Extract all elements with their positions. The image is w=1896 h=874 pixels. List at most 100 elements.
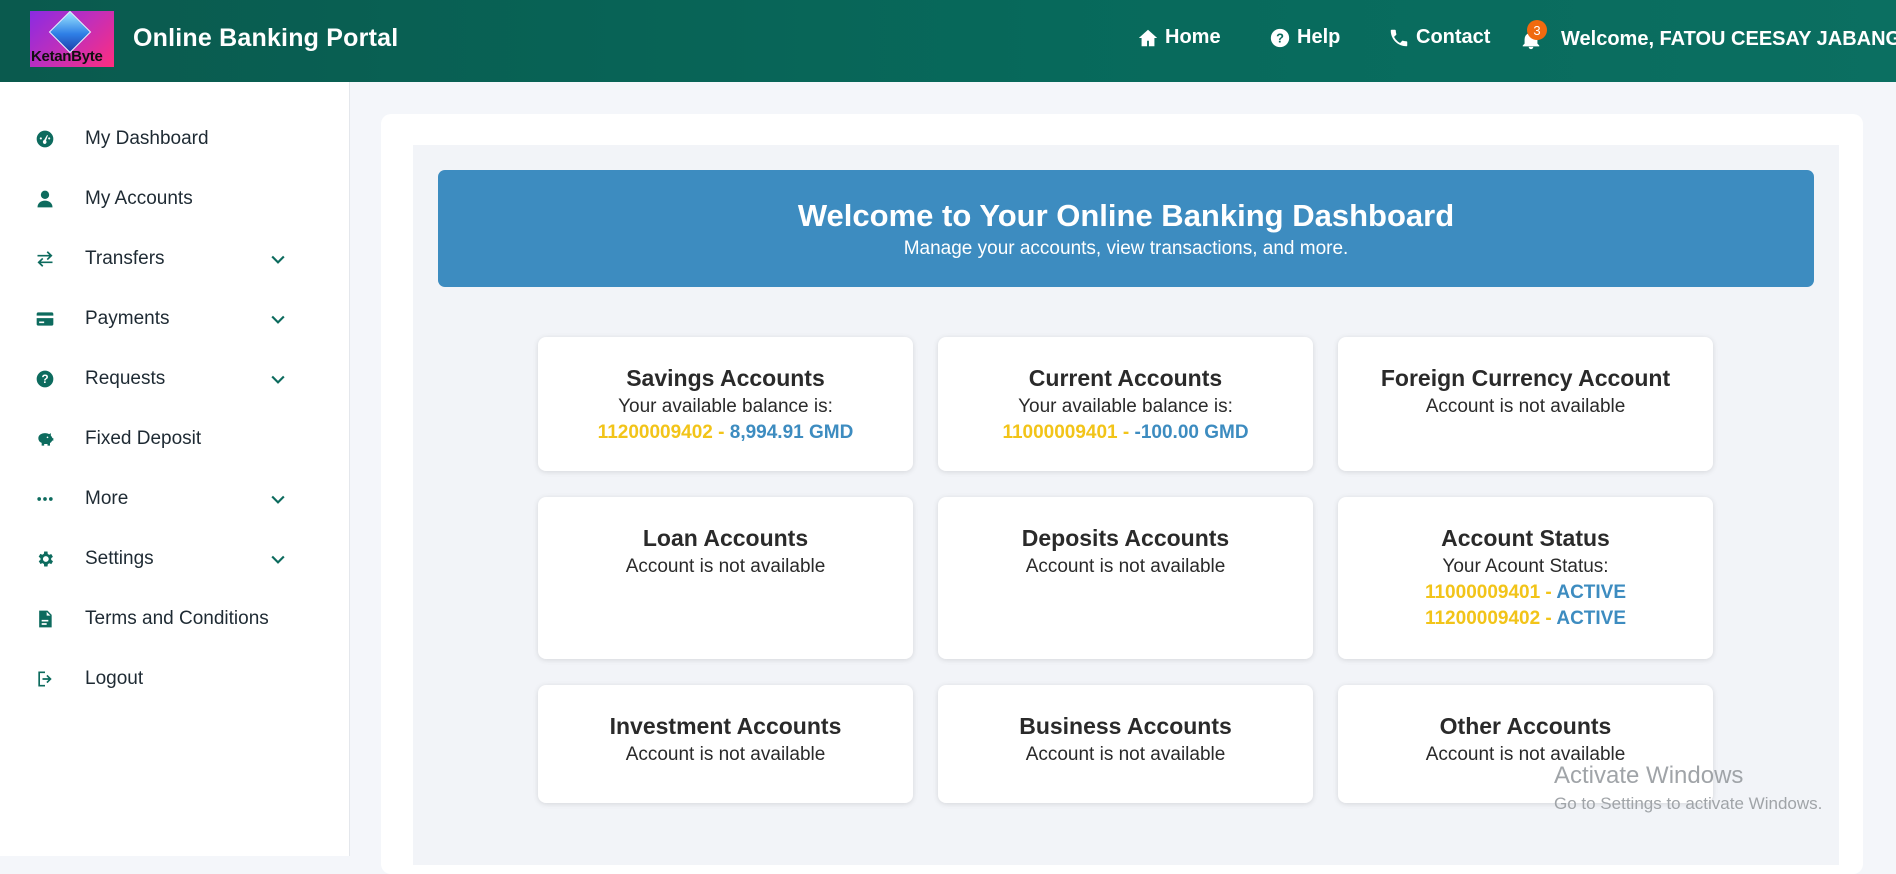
ellipsis-icon	[34, 488, 56, 510]
chevron-down-icon[interactable]	[268, 549, 288, 569]
account-balance: -100.00 GMD	[1134, 422, 1249, 443]
banner-title: Welcome to Your Online Banking Dashboard	[797, 198, 1455, 233]
nav-home-label: Home	[1165, 26, 1221, 48]
card-subtitle: Your available balance is:	[618, 396, 833, 417]
sidebar-item-my-accounts[interactable]: My Accounts	[0, 174, 350, 224]
current-accounts-card[interactable]: Current Accounts Your available balance …	[938, 337, 1313, 471]
logo-text: KetanByte	[31, 48, 103, 65]
sidebar-item-label: Settings	[85, 548, 154, 569]
welcome-user[interactable]: Welcome, FATOU CEESAY JABANG	[1561, 28, 1896, 51]
card-title: Savings Accounts	[626, 365, 825, 391]
notification-badge: 3	[1527, 20, 1547, 40]
account-status: ACTIVE	[1556, 608, 1627, 629]
user-icon	[34, 188, 56, 210]
deposits-accounts-card[interactable]: Deposits Accounts Account is not availab…	[938, 497, 1313, 659]
nav-contact-label: Contact	[1416, 26, 1491, 48]
card-subtitle: Account is not available	[1425, 396, 1626, 417]
sidebar-item-label: My Dashboard	[85, 128, 209, 149]
diamond-logo-icon	[48, 11, 92, 54]
sidebar-item-payments[interactable]: Payments	[0, 294, 350, 344]
card-subtitle: Account is not available	[1025, 556, 1226, 577]
card-title: Business Accounts	[1019, 713, 1232, 739]
card-subtitle: Your available balance is:	[1018, 396, 1233, 417]
sidebar-item-terms[interactable]: Terms and Conditions	[0, 594, 350, 644]
dashboard-icon	[34, 128, 56, 150]
activate-windows-watermark: Activate Windows Go to Settings to activ…	[1554, 762, 1822, 814]
separator: -	[712, 422, 730, 443]
savings-accounts-card[interactable]: Savings Accounts Your available balance …	[538, 337, 913, 471]
account-number: 11000009401	[1002, 422, 1118, 443]
sidebar-item-label: Payments	[85, 308, 170, 329]
chevron-down-icon[interactable]	[268, 369, 288, 389]
piggy-bank-icon	[34, 428, 56, 450]
card-subtitle: Account is not available	[625, 556, 826, 577]
logout-icon	[34, 668, 56, 690]
card-subtitle: Account is not available	[1025, 744, 1226, 765]
card-title: Deposits Accounts	[1021, 525, 1230, 551]
account-status-line: 11000009401 - ACTIVE	[1338, 582, 1713, 604]
top-navbar: KetanByte Online Banking Portal Home ? H…	[0, 0, 1896, 82]
account-number: 11200009402	[1424, 608, 1541, 629]
separator: -	[1117, 422, 1135, 443]
sidebar-item-requests[interactable]: ? Requests	[0, 354, 350, 404]
sidebar-item-fixed-deposit[interactable]: Fixed Deposit	[0, 414, 350, 464]
account-status-line: 11200009402 - ACTIVE	[1338, 608, 1713, 630]
nav-contact-link[interactable]: Contact	[1388, 26, 1490, 49]
chevron-down-icon[interactable]	[268, 489, 288, 509]
sidebar-item-more[interactable]: More	[0, 474, 350, 524]
sidebar: My Dashboard My Accounts Transfers Payme…	[0, 82, 350, 856]
account-status-card[interactable]: Account Status Your Acount Status: 11000…	[1338, 497, 1713, 659]
chevron-down-icon[interactable]	[268, 249, 288, 269]
card-title: Account Status	[1441, 525, 1610, 551]
watermark-subtitle: Go to Settings to activate Windows.	[1554, 794, 1823, 813]
credit-card-icon	[34, 308, 56, 330]
sidebar-item-label: My Accounts	[85, 188, 193, 209]
card-subtitle: Your Acount Status:	[1442, 556, 1609, 577]
exchange-icon	[34, 248, 56, 270]
watermark-title: Activate Windows	[1554, 762, 1744, 789]
card-title: Other Accounts	[1439, 713, 1612, 739]
question-circle-icon: ?	[34, 368, 56, 390]
sidebar-item-settings[interactable]: Settings	[0, 534, 350, 584]
phone-icon	[1390, 29, 1408, 46]
sidebar-item-logout[interactable]: Logout	[0, 654, 350, 704]
nav-help-link[interactable]: ? Help	[1269, 26, 1340, 49]
question-circle-icon: ?	[1270, 28, 1290, 47]
sidebar-item-label: Requests	[85, 368, 166, 389]
account-number: 11200009402	[597, 422, 713, 443]
card-subtitle: Account is not available	[625, 744, 826, 765]
account-balance-line: 11200009402 - 8,994.91 GMD	[538, 422, 913, 444]
card-title: Current Accounts	[1028, 365, 1223, 391]
banner-subtitle: Manage your accounts, view transactions,…	[903, 238, 1349, 259]
sidebar-item-label: Terms and Conditions	[85, 608, 269, 629]
account-balance: 8,994.91 GMD	[729, 422, 854, 443]
account-balance-line: 11000009401 - -100.00 GMD	[938, 422, 1313, 444]
nav-help-label: Help	[1297, 26, 1341, 48]
sidebar-item-transfers[interactable]: Transfers	[0, 234, 350, 284]
separator: -	[1540, 608, 1557, 629]
svg-text:?: ?	[41, 373, 48, 386]
sidebar-item-label: Fixed Deposit	[85, 428, 202, 449]
svg-text:?: ?	[1276, 30, 1284, 45]
account-status: ACTIVE	[1556, 582, 1627, 603]
app-title[interactable]: Online Banking Portal	[133, 24, 398, 53]
loan-accounts-card[interactable]: Loan Accounts Account is not available	[538, 497, 913, 659]
sidebar-item-label: Logout	[85, 668, 144, 689]
document-icon	[34, 608, 56, 630]
business-accounts-card[interactable]: Business Accounts Account is not availab…	[938, 685, 1313, 803]
home-icon	[1138, 29, 1158, 46]
sidebar-item-label: More	[85, 488, 129, 509]
separator: -	[1540, 582, 1557, 603]
sidebar-item-my-dashboard[interactable]: My Dashboard	[0, 114, 350, 164]
account-number: 11000009401	[1424, 582, 1541, 603]
welcome-banner: Welcome to Your Online Banking Dashboard…	[438, 170, 1814, 287]
nav-home-link[interactable]: Home	[1137, 26, 1221, 49]
card-title: Loan Accounts	[642, 525, 809, 551]
investment-accounts-card[interactable]: Investment Accounts Account is not avail…	[538, 685, 913, 803]
sidebar-item-label: Transfers	[85, 248, 165, 269]
gear-icon	[34, 548, 56, 570]
card-title: Foreign Currency Account	[1380, 365, 1671, 391]
chevron-down-icon[interactable]	[268, 309, 288, 329]
brand-logo[interactable]: KetanByte	[30, 11, 114, 67]
foreign-currency-card[interactable]: Foreign Currency Account Account is not …	[1338, 337, 1713, 471]
